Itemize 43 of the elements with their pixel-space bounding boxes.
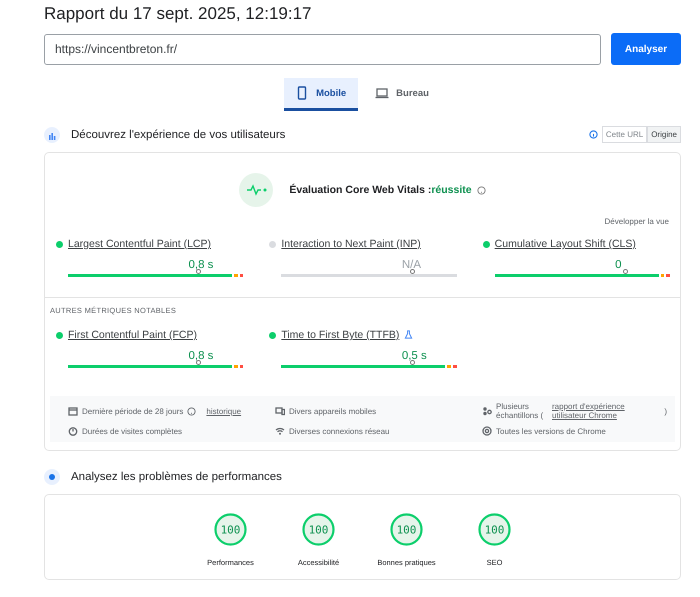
info-text: ) [664, 406, 667, 416]
wifi-icon [275, 426, 285, 436]
url-field[interactable]: https://vincentbreton.fr/ [44, 34, 601, 64]
report-title: Rapport du 17 sept. 2025, 12:19:17 [44, 4, 312, 24]
device-tab[interactable]: Bureau [364, 78, 441, 111]
info-text: Durées de visites complètes [82, 426, 182, 436]
expand-link[interactable]: Développer la vue [604, 217, 669, 226]
laptop-icon [375, 86, 390, 100]
flask-icon [404, 330, 414, 339]
metric-link[interactable]: Largest Contentful Paint (LCP) [68, 238, 211, 250]
score-gauge: 100 [390, 513, 423, 546]
info-text: Plusieurs échantillons ( [496, 402, 544, 420]
metric-link[interactable]: Cumulative Layout Shift (CLS) [494, 238, 636, 250]
info-text: Divers appareils mobiles [289, 406, 376, 416]
info-icon [588, 130, 598, 139]
info-text: Toutes les versions de Chrome [496, 426, 606, 436]
metric-value: 0,5 s [402, 350, 427, 362]
scope-toggle[interactable]: Origine [647, 126, 681, 143]
calendar-icon [68, 406, 78, 416]
metric-value: 0 [615, 259, 622, 271]
device-tab[interactable]: Mobile [284, 78, 358, 111]
metric-value: N/A [402, 259, 421, 271]
score-gauge: 100 [214, 513, 247, 546]
section-heading: Analysez les problèmes de performances [71, 471, 283, 483]
devices-icon [275, 406, 285, 416]
metric-value: 0,8 s [188, 259, 214, 271]
info-text: Diverses connexions réseau [289, 426, 390, 436]
timer-icon [68, 426, 78, 436]
score-gauge: 100 [478, 513, 511, 546]
report-link[interactable]: historique [206, 406, 242, 416]
info-text: Dernière période de 28 jours [82, 406, 184, 416]
score-gauge: 100 [302, 513, 335, 546]
assessment-text: Évaluation Core Web Vitals :réussite [289, 184, 472, 196]
metric-link[interactable]: First Contentful Paint (FCP) [68, 329, 197, 341]
analyze-button[interactable]: Analyser [611, 33, 681, 65]
metric-link[interactable]: Time to First Byte (TTFB) [281, 329, 414, 341]
dots-icon [482, 406, 492, 416]
pulse-icon [239, 173, 274, 207]
metric-link[interactable]: Interaction to Next Paint (INP) [281, 238, 421, 250]
section-heading: Découvrez l'expérience de vos utilisateurs [71, 128, 286, 140]
users-chart-icon [44, 126, 60, 142]
report-link[interactable]: rapport d'expérience utilisateur Chrome [552, 402, 642, 420]
metric-value: 0,8 s [188, 350, 214, 362]
